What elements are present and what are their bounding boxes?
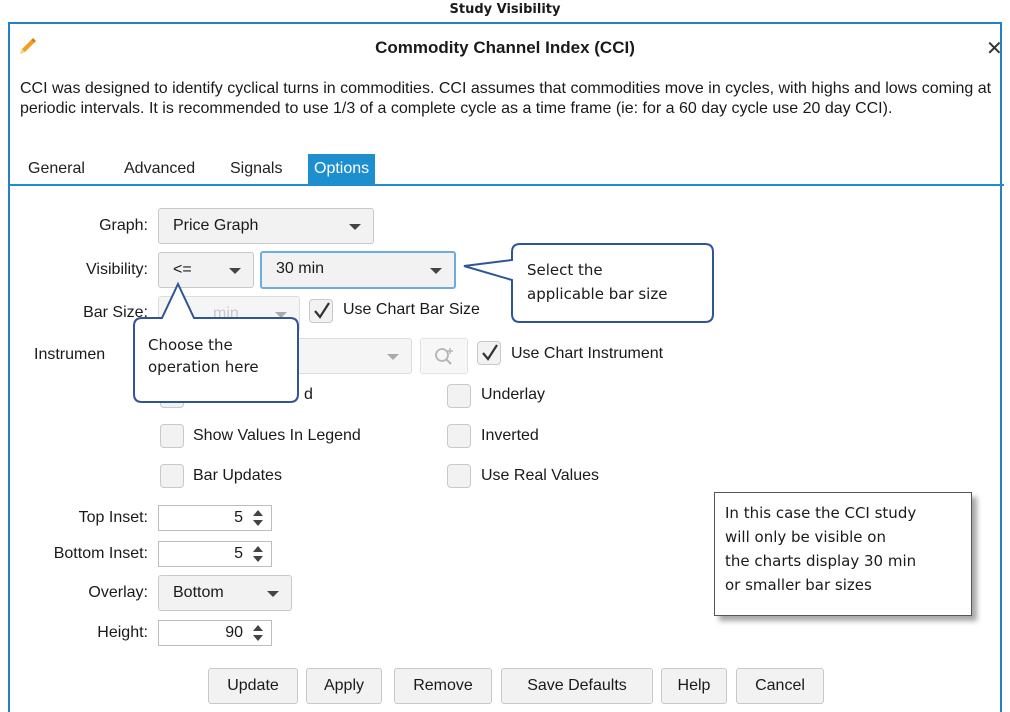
visibility-operator-value: <= <box>173 261 192 278</box>
bar-updates-label: Bar Updates <box>193 467 282 484</box>
cancel-button[interactable]: Cancel <box>736 668 824 704</box>
bottom-inset-value: 5 <box>234 545 243 562</box>
chevron-down-icon <box>349 224 361 230</box>
checkmark-icon <box>482 344 498 361</box>
spinner-arrows-icon[interactable] <box>251 508 265 528</box>
operation-callout-line1: Choose the <box>148 336 233 354</box>
tab-general[interactable]: General <box>22 154 91 184</box>
close-icon[interactable]: ✕ <box>986 36 1003 61</box>
height-spinner[interactable]: 90 <box>158 620 272 646</box>
show-values-in-legend-label: Show Values In Legend <box>193 427 361 444</box>
apply-button[interactable]: Apply <box>306 668 382 704</box>
help-button[interactable]: Help <box>661 668 727 704</box>
tab-options[interactable]: Options <box>308 154 376 184</box>
overlay-dropdown[interactable]: Bottom <box>158 575 292 611</box>
overlay-label: Overlay: <box>88 584 148 601</box>
height-label: Height: <box>97 624 148 641</box>
save-defaults-button[interactable]: Save Defaults <box>501 668 653 704</box>
visibility-bar-size-value: 30 min <box>276 260 325 277</box>
spinner-arrows-icon[interactable] <box>251 623 265 643</box>
instrument-dropdown[interactable] <box>292 338 412 374</box>
underlay-label: Underlay <box>481 386 546 403</box>
top-inset-label: Top Inset: <box>78 509 148 526</box>
operation-callout-line2: operation here <box>148 358 259 376</box>
bottom-inset-label: Bottom Inset: <box>53 545 148 562</box>
study-description: CCI was designed to identify cyclical tu… <box>20 80 992 117</box>
graph-value: Price Graph <box>173 217 259 234</box>
instrument-label: Instrumen <box>34 346 106 363</box>
tab-advanced[interactable]: Advanced <box>118 154 201 184</box>
underlay-checkbox[interactable] <box>447 384 471 408</box>
use-chart-bar-size-checkbox[interactable] <box>309 299 333 323</box>
top-inset-value: 5 <box>234 509 243 526</box>
note-line2: will only be visible on <box>725 528 886 546</box>
use-real-values-checkbox[interactable] <box>447 464 471 488</box>
update-button[interactable]: Update <box>208 668 298 704</box>
overlay-value: Bottom <box>173 584 224 601</box>
caption-title: Study Visibility <box>449 2 561 17</box>
operation-callout-text: Choose the operation here <box>148 334 259 378</box>
spinner-arrows-icon[interactable] <box>251 544 265 564</box>
tab-signals[interactable]: Signals <box>224 154 288 184</box>
use-chart-instrument-checkbox[interactable] <box>477 341 501 365</box>
visibility-label: Visibility: <box>86 261 148 278</box>
height-value: 90 <box>225 624 243 641</box>
note-line4: or smaller bar sizes <box>725 576 872 594</box>
bar-size-callout-text: Select the applicable bar size <box>527 258 667 306</box>
instrument-search-button[interactable] <box>420 338 468 374</box>
inverted-label: Inverted <box>481 427 539 444</box>
checkmark-icon <box>314 302 330 319</box>
remove-button[interactable]: Remove <box>394 668 492 704</box>
tab-underline <box>10 184 1004 186</box>
note-line3: the charts display 30 min <box>725 552 917 570</box>
use-chart-instrument-label: Use Chart Instrument <box>511 345 664 362</box>
show-values-in-legend-checkbox[interactable] <box>160 424 184 448</box>
explanatory-note: In this case the CCI study will only be … <box>714 492 972 616</box>
search-icon <box>435 348 453 365</box>
chevron-down-icon <box>229 268 241 274</box>
chevron-down-icon <box>267 591 279 597</box>
bar-size-callout-line1: Select the <box>527 261 603 279</box>
chevron-down-icon <box>430 268 442 274</box>
top-inset-spinner[interactable]: 5 <box>158 505 272 531</box>
bottom-inset-spinner[interactable]: 5 <box>158 541 272 567</box>
bar-size-callout-line2: applicable bar size <box>527 285 668 303</box>
inverted-checkbox[interactable] <box>447 424 471 448</box>
bar-updates-checkbox[interactable] <box>160 464 184 488</box>
graph-dropdown[interactable]: Price Graph <box>158 208 374 244</box>
note-line1: In this case the CCI study <box>725 504 917 522</box>
use-real-values-label: Use Real Values <box>481 467 599 484</box>
chevron-down-icon <box>387 354 399 360</box>
dialog-title: Commodity Channel Index (CCI) <box>375 38 635 57</box>
graph-label: Graph: <box>99 217 148 234</box>
